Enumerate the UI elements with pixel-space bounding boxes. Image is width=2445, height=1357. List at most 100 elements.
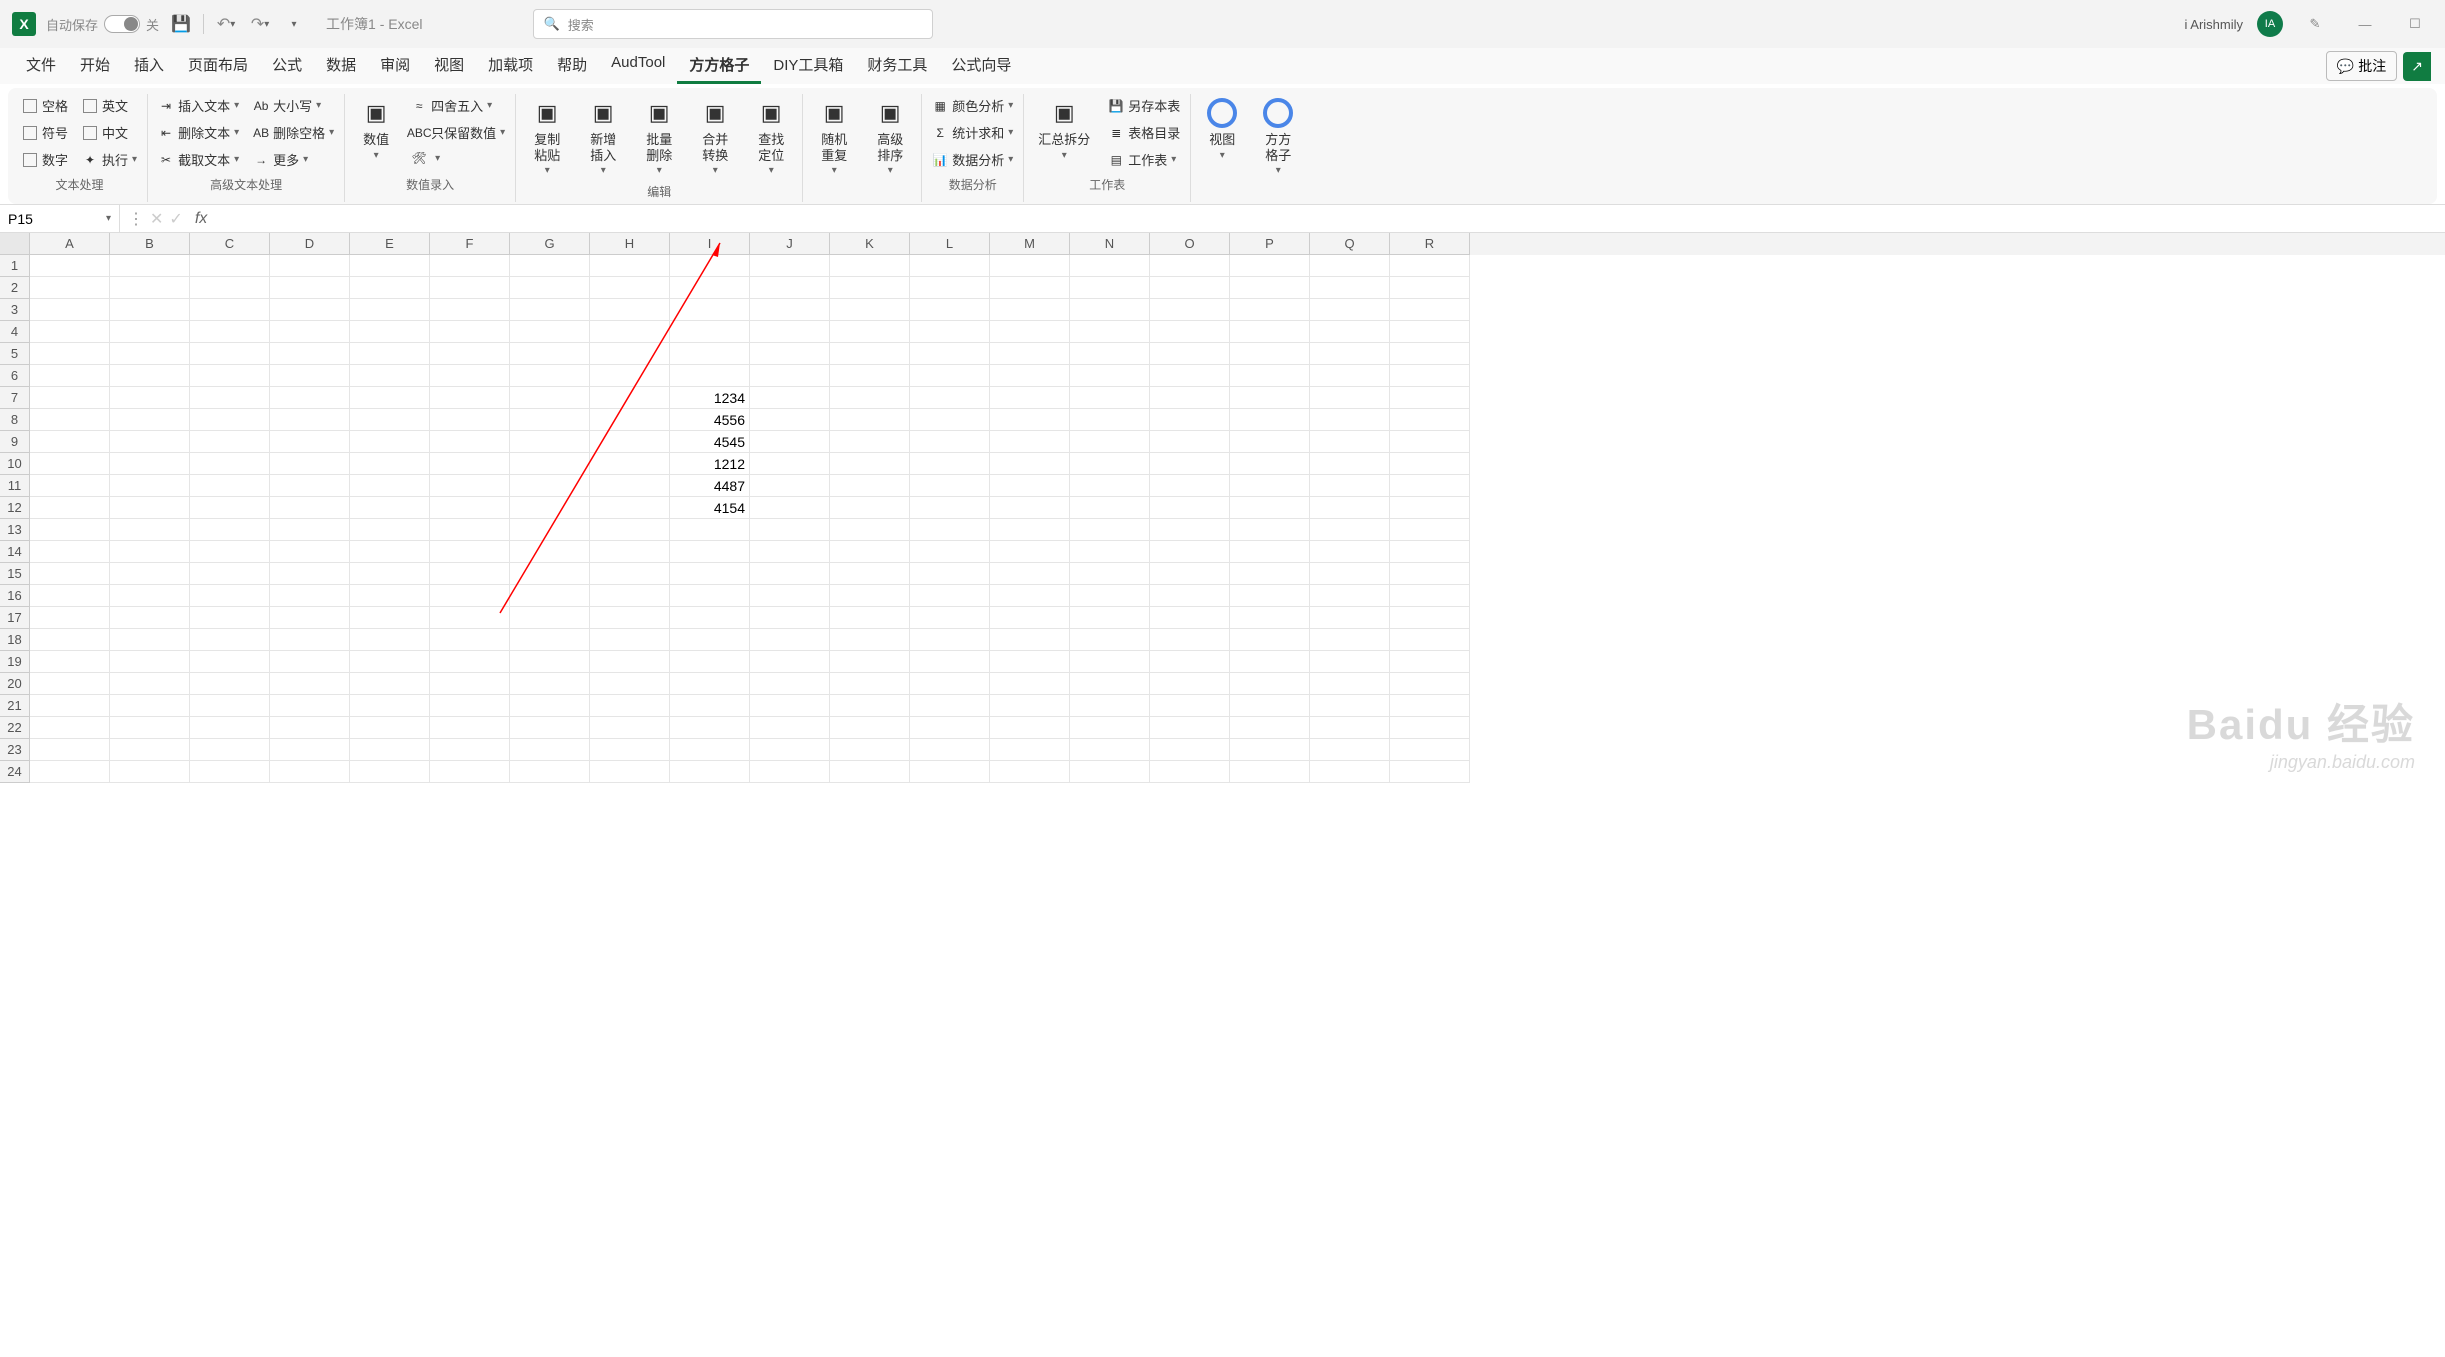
cell-I16[interactable] — [670, 585, 750, 607]
cell-L3[interactable] — [910, 299, 990, 321]
column-header-L[interactable]: L — [910, 233, 990, 255]
cell-M3[interactable] — [990, 299, 1070, 321]
cell-O23[interactable] — [1150, 739, 1230, 761]
cell-R1[interactable] — [1390, 255, 1470, 277]
cell-B15[interactable] — [110, 563, 190, 585]
cell-O14[interactable] — [1150, 541, 1230, 563]
cell-G24[interactable] — [510, 761, 590, 783]
cell-I17[interactable] — [670, 607, 750, 629]
cell-B1[interactable] — [110, 255, 190, 277]
cell-K2[interactable] — [830, 277, 910, 299]
cell-E12[interactable] — [350, 497, 430, 519]
cell-E17[interactable] — [350, 607, 430, 629]
undo-icon[interactable]: ↶▾ — [214, 12, 238, 36]
cell-R20[interactable] — [1390, 673, 1470, 695]
cell-A10[interactable] — [30, 453, 110, 475]
ribbon-汇总拆分-button[interactable]: ▣汇总拆分▾ — [1032, 94, 1096, 164]
cell-D11[interactable] — [270, 475, 350, 497]
cell-I2[interactable] — [670, 277, 750, 299]
cell-A1[interactable] — [30, 255, 110, 277]
cell-M5[interactable] — [990, 343, 1070, 365]
cell-M20[interactable] — [990, 673, 1070, 695]
cell-F2[interactable] — [430, 277, 510, 299]
ribbon-随机重复-button[interactable]: ▣随机重复▾ — [811, 94, 857, 179]
cell-E9[interactable] — [350, 431, 430, 453]
minimize-button[interactable]: — — [2347, 9, 2383, 39]
ribbon-删除空格-button[interactable]: AB删除空格▾ — [251, 121, 336, 144]
cell-B18[interactable] — [110, 629, 190, 651]
cell-Q15[interactable] — [1310, 563, 1390, 585]
cell-E11[interactable] — [350, 475, 430, 497]
cell-Q18[interactable] — [1310, 629, 1390, 651]
tab-审阅[interactable]: 审阅 — [368, 48, 422, 84]
cell-P17[interactable] — [1230, 607, 1310, 629]
cell-I3[interactable] — [670, 299, 750, 321]
cell-C15[interactable] — [190, 563, 270, 585]
cell-Q17[interactable] — [1310, 607, 1390, 629]
column-header-R[interactable]: R — [1390, 233, 1470, 255]
cell-P16[interactable] — [1230, 585, 1310, 607]
cell-I1[interactable] — [670, 255, 750, 277]
cell-P14[interactable] — [1230, 541, 1310, 563]
cell-C11[interactable] — [190, 475, 270, 497]
cell-H16[interactable] — [590, 585, 670, 607]
cell-R19[interactable] — [1390, 651, 1470, 673]
cell-Q10[interactable] — [1310, 453, 1390, 475]
cell-O5[interactable] — [1150, 343, 1230, 365]
cell-O10[interactable] — [1150, 453, 1230, 475]
cancel-icon[interactable]: ✕ — [150, 209, 163, 229]
ribbon-数据分析-button[interactable]: 📊数据分析▾ — [930, 148, 1015, 171]
maximize-button[interactable]: ☐ — [2397, 9, 2433, 39]
cell-E16[interactable] — [350, 585, 430, 607]
cell-A19[interactable] — [30, 651, 110, 673]
row-header-11[interactable]: 11 — [0, 475, 30, 497]
cell-A12[interactable] — [30, 497, 110, 519]
tab-财务工具[interactable]: 财务工具 — [855, 48, 939, 84]
cell-A5[interactable] — [30, 343, 110, 365]
cell-J10[interactable] — [750, 453, 830, 475]
cell-E14[interactable] — [350, 541, 430, 563]
cell-I13[interactable] — [670, 519, 750, 541]
cell-K5[interactable] — [830, 343, 910, 365]
cell-P11[interactable] — [1230, 475, 1310, 497]
cell-I7[interactable]: 1234 — [670, 387, 750, 409]
cell-I11[interactable]: 4487 — [670, 475, 750, 497]
cell-K11[interactable] — [830, 475, 910, 497]
ribbon-方方格子-button[interactable]: 方方格子▾ — [1255, 94, 1301, 179]
cell-H8[interactable] — [590, 409, 670, 431]
ribbon-大小写-button[interactable]: Ab大小写▾ — [251, 94, 336, 117]
cell-J6[interactable] — [750, 365, 830, 387]
cell-R3[interactable] — [1390, 299, 1470, 321]
cell-G20[interactable] — [510, 673, 590, 695]
cell-B11[interactable] — [110, 475, 190, 497]
cell-P23[interactable] — [1230, 739, 1310, 761]
row-header-23[interactable]: 23 — [0, 739, 30, 761]
cell-C16[interactable] — [190, 585, 270, 607]
cell-Q4[interactable] — [1310, 321, 1390, 343]
cell-B16[interactable] — [110, 585, 190, 607]
cell-M11[interactable] — [990, 475, 1070, 497]
cell-D8[interactable] — [270, 409, 350, 431]
cell-B24[interactable] — [110, 761, 190, 783]
cell-I22[interactable] — [670, 717, 750, 739]
cell-N3[interactable] — [1070, 299, 1150, 321]
row-header-24[interactable]: 24 — [0, 761, 30, 783]
cell-E13[interactable] — [350, 519, 430, 541]
cell-O17[interactable] — [1150, 607, 1230, 629]
cell-L14[interactable] — [910, 541, 990, 563]
cell-C7[interactable] — [190, 387, 270, 409]
cell-M13[interactable] — [990, 519, 1070, 541]
cell-O20[interactable] — [1150, 673, 1230, 695]
cell-R24[interactable] — [1390, 761, 1470, 783]
cell-K10[interactable] — [830, 453, 910, 475]
cell-K6[interactable] — [830, 365, 910, 387]
cell-L18[interactable] — [910, 629, 990, 651]
row-header-18[interactable]: 18 — [0, 629, 30, 651]
ribbon-只保留数值-button[interactable]: ABC只保留数值▾ — [409, 121, 507, 144]
cell-B5[interactable] — [110, 343, 190, 365]
cell-H21[interactable] — [590, 695, 670, 717]
cell-E3[interactable] — [350, 299, 430, 321]
cell-Q13[interactable] — [1310, 519, 1390, 541]
cell-Q22[interactable] — [1310, 717, 1390, 739]
cell-K7[interactable] — [830, 387, 910, 409]
